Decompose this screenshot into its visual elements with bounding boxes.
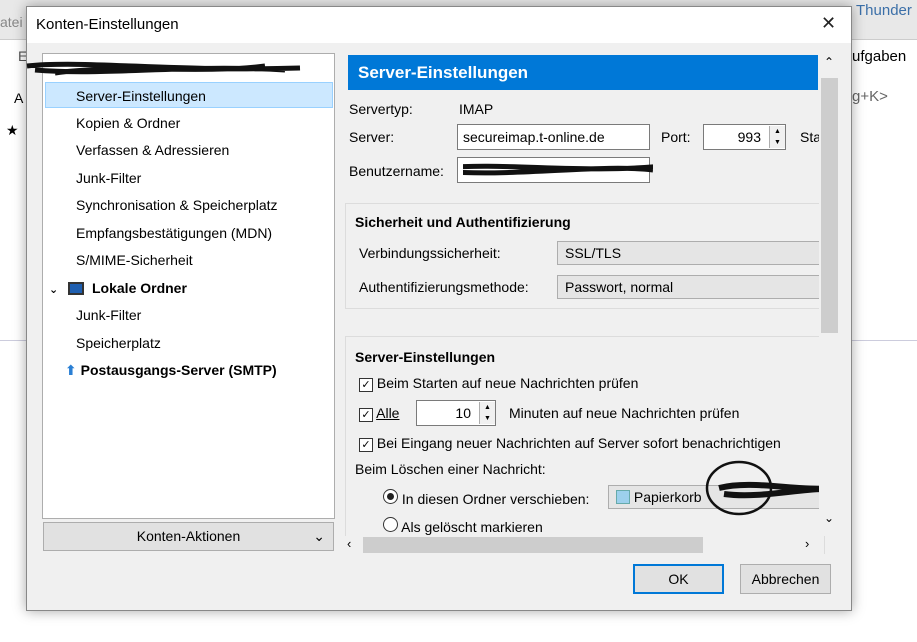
- server-label: Server:: [349, 129, 395, 145]
- security-group: Sicherheit und Authentifizierung Verbind…: [345, 203, 827, 309]
- tree-item-label: Server-Einstellungen: [76, 88, 206, 104]
- connection-security-label: Verbindungssicherheit:: [359, 245, 501, 261]
- scroll-up-icon[interactable]: ⌃: [824, 55, 834, 69]
- server-type-value: IMAP: [459, 101, 494, 117]
- mark-deleted-radio[interactable]: Als gelöscht markieren: [383, 517, 543, 535]
- security-title: Sicherheit und Authentifizierung: [355, 214, 571, 230]
- tree-item-composition[interactable]: Verfassen & Adressieren: [76, 137, 229, 163]
- tree-item-smtp[interactable]: ⬆ Postausgangs-Server (SMTP): [65, 357, 277, 383]
- interval-input[interactable]: 10 ▲ ▼: [416, 400, 496, 426]
- background-title: Thunder: [856, 2, 912, 19]
- server-settings-title: Server-Einstellungen: [355, 349, 496, 365]
- radio-unselected[interactable]: [383, 517, 398, 532]
- checkbox-label: Beim Starten auf neue Nachrichten prüfen: [376, 375, 639, 391]
- port-value: 993: [737, 129, 761, 145]
- tree-item-mdn[interactable]: Empfangsbestätigungen (MDN): [76, 220, 272, 246]
- connection-security-select[interactable]: SSL/TLS: [557, 241, 827, 265]
- horizontal-scroll-thumb[interactable]: [363, 537, 703, 553]
- check-on-startup-checkbox[interactable]: ✓ Beim Starten auf neue Nachrichten prüf…: [359, 375, 638, 392]
- tree-item-label: Postausgangs-Server (SMTP): [80, 362, 277, 378]
- trash-icon: [616, 490, 630, 504]
- interval-spinner[interactable]: ▲ ▼: [479, 402, 495, 424]
- checkbox-checked[interactable]: ✓: [359, 408, 373, 422]
- background-tab: ufgaben: [852, 48, 907, 65]
- move-to-folder-radio[interactable]: In diesen Ordner verschieben:: [383, 489, 589, 507]
- chevron-down-icon[interactable]: ⌄: [49, 284, 58, 296]
- checkbox-label: Bei Eingang neuer Nachrichten auf Server…: [376, 435, 781, 451]
- server-type-label: Servertyp:: [349, 101, 413, 117]
- account-actions-button[interactable]: Konten-Aktionen ⌄: [43, 522, 334, 551]
- computer-icon: [68, 282, 85, 295]
- port-spinner[interactable]: ▲ ▼: [769, 126, 785, 148]
- redacted-account-name: [25, 58, 305, 76]
- background-left-text: A: [14, 90, 24, 106]
- scroll-down-icon[interactable]: ⌄: [824, 511, 834, 525]
- checkbox-checked[interactable]: ✓: [359, 378, 373, 392]
- server-settings-group: Server-Einstellungen ✓ Beim Starten auf …: [345, 336, 840, 554]
- ok-button[interactable]: OK: [633, 564, 724, 594]
- radio-label: Als gelöscht markieren: [401, 519, 543, 535]
- port-label: Port:: [661, 129, 691, 145]
- star-icon: ★: [6, 122, 19, 138]
- background-menu-text: atei: [0, 14, 23, 30]
- upload-icon: ⬆: [65, 362, 77, 378]
- interval-value: 10: [455, 405, 471, 421]
- delete-label: Beim Löschen einer Nachricht:: [355, 461, 546, 477]
- scroll-left-icon[interactable]: ‹: [347, 536, 351, 551]
- tree-item-server-settings[interactable]: Server-Einstellungen: [45, 82, 333, 108]
- vertical-scroll-thumb[interactable]: [821, 78, 838, 333]
- tree-item-local-junk[interactable]: Junk-Filter: [76, 302, 141, 328]
- cancel-button[interactable]: Abbrechen: [740, 564, 831, 594]
- redacted-username: [442, 163, 664, 176]
- horizontal-scrollbar[interactable]: ‹ ›: [345, 536, 819, 554]
- panel-header: Server-Einstellungen: [348, 55, 818, 90]
- settings-panel: Server-Einstellungen Servertyp: IMAP Ser…: [345, 53, 840, 554]
- checkbox-label: Alle: [376, 405, 400, 421]
- checkbox-checked[interactable]: ✓: [359, 438, 373, 452]
- dialog-title: Konten-Einstellungen: [36, 16, 179, 33]
- auth-method-select[interactable]: Passwort, normal: [557, 275, 827, 299]
- check-every-checkbox[interactable]: ✓ Alle: [359, 405, 399, 422]
- close-icon[interactable]: ✕: [821, 13, 836, 34]
- trash-folder-select[interactable]: Papierkorb: [608, 460, 840, 516]
- tree-item-junk[interactable]: Junk-Filter: [76, 165, 141, 191]
- auth-method-label: Authentifizierungsmethode:: [359, 279, 529, 295]
- interval-suffix: Minuten auf neue Nachrichten prüfen: [509, 405, 740, 421]
- radio-selected[interactable]: [383, 489, 398, 504]
- vertical-scrollbar[interactable]: ⌃ ⌄: [819, 53, 840, 536]
- port-input[interactable]: 993 ▲ ▼: [703, 124, 786, 150]
- title-bar: Konten-Einstellungen ✕: [27, 7, 851, 43]
- server-input[interactable]: secureimap.t-online.de: [457, 124, 650, 150]
- chevron-down-icon: ⌄: [313, 528, 325, 544]
- tree-item-copies-folders[interactable]: Kopien & Ordner: [76, 110, 180, 136]
- tree-item-smime[interactable]: S/MIME-Sicherheit: [76, 247, 193, 273]
- tree-item-local-storage[interactable]: Speicherplatz: [76, 330, 161, 356]
- status-label: Sta: [800, 129, 822, 145]
- background-search-hint: g+K>: [852, 88, 888, 105]
- account-settings-dialog: Konten-Einstellungen ✕ Server-Einstellun…: [26, 6, 852, 611]
- tree-item-label: Lokale Ordner: [92, 280, 187, 296]
- notify-checkbox[interactable]: ✓ Bei Eingang neuer Nachrichten auf Serv…: [359, 435, 781, 452]
- radio-label: In diesen Ordner verschieben:: [401, 491, 590, 507]
- tree-item-local-folders[interactable]: ⌄ Lokale Ordner: [49, 275, 187, 301]
- folder-value: Papierkorb: [633, 489, 702, 505]
- username-label: Benutzername:: [349, 163, 444, 179]
- account-tree: Server-Einstellungen Kopien & Ordner Ver…: [26, 53, 335, 519]
- tree-item-sync[interactable]: Synchronisation & Speicherplatz: [76, 192, 278, 218]
- scroll-right-icon[interactable]: ›: [805, 536, 809, 551]
- username-input[interactable]: [442, 157, 664, 183]
- account-actions-label: Konten-Aktionen: [136, 528, 241, 544]
